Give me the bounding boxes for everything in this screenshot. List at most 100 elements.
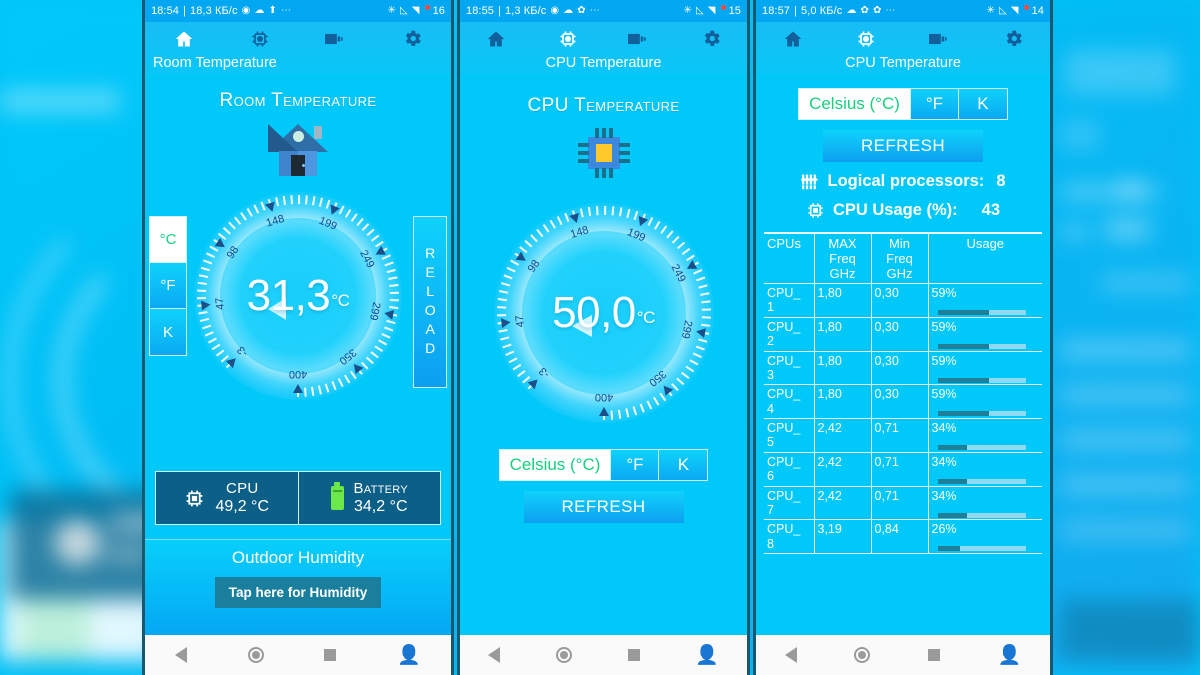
home-icon[interactable] bbox=[247, 647, 264, 663]
usage-bar bbox=[937, 546, 1026, 552]
app-bar-title: Room Temperature bbox=[153, 55, 277, 71]
unit-switch-row[interactable]: Celsius (°C) °F K bbox=[498, 449, 709, 481]
accessibility-icon[interactable]: 👤 bbox=[998, 643, 1022, 667]
refresh-button[interactable]: REFRESH bbox=[823, 130, 983, 162]
bluetooth-icon: ✳ bbox=[387, 5, 396, 16]
table-header-row: CPUs MAX Freq GHz Min Freq GHz Usage bbox=[764, 234, 1042, 284]
col-usage: Usage bbox=[928, 234, 1042, 284]
unit-option-kelvin[interactable]: K bbox=[150, 309, 186, 355]
cell-usage: 59% bbox=[928, 351, 1042, 386]
card-battery[interactable]: Battery 34,2 °C bbox=[297, 472, 440, 524]
cell-usage: 34% bbox=[928, 418, 1042, 453]
tab-cpu[interactable] bbox=[856, 29, 876, 49]
recents-icon[interactable] bbox=[627, 649, 640, 661]
sensor-cards: CPU 49,2 °C Battery 34,2 °C bbox=[155, 471, 441, 525]
usage-bar bbox=[937, 478, 1026, 484]
card-battery-label: Battery bbox=[353, 480, 408, 497]
recents-icon[interactable] bbox=[927, 649, 940, 661]
unit-option-celsius[interactable]: Celsius (°C) bbox=[499, 450, 612, 480]
usage-bar bbox=[937, 310, 1026, 316]
screen-content-2: CPU Temperature -3 47 98 148 199 249 299… bbox=[460, 74, 747, 635]
gauge-value-room: 31,3°C bbox=[184, 271, 412, 321]
unit-switch-vertical[interactable]: °C °F K bbox=[149, 216, 187, 356]
refresh-button[interactable]: REFRESH bbox=[523, 491, 684, 523]
cell-cpu-name: CPU_ 2 bbox=[764, 317, 815, 352]
unit-switch-row[interactable]: Celsius (°C) °F K bbox=[798, 88, 1008, 120]
gauge-value-cpu: 50,0°C bbox=[484, 288, 724, 338]
reload-button[interactable]: RELOAD bbox=[413, 216, 447, 388]
battery-percent: 15 bbox=[728, 5, 741, 17]
alert-dot-icon bbox=[720, 4, 726, 10]
temperature-gauge-cpu: -3 47 98 148 199 249 299 350 400 50,0°C bbox=[484, 193, 724, 433]
clock-icon: ◉ bbox=[550, 5, 560, 16]
card-cpu-label: CPU bbox=[225, 480, 259, 497]
wifi-icon: ◥ bbox=[1010, 5, 1019, 16]
unit-option-fahrenheit[interactable]: °F bbox=[611, 450, 660, 480]
tab-cpu[interactable] bbox=[558, 29, 578, 49]
cpu-table: CPUs MAX Freq GHz Min Freq GHz Usage CPU… bbox=[764, 232, 1042, 554]
unit-option-celsius[interactable]: °C bbox=[150, 217, 186, 263]
stat-logical-processors-label: Logical processors: bbox=[827, 172, 985, 190]
tab-home[interactable] bbox=[485, 29, 507, 49]
more-icon: ⋯ bbox=[280, 5, 292, 16]
stat-cpu-usage-label: CPU Usage (%): bbox=[832, 201, 958, 219]
gauge-number: 31,3 bbox=[246, 271, 331, 320]
cell-min-freq: 0,30 bbox=[871, 384, 929, 419]
signal-icon: ◺ bbox=[695, 5, 704, 16]
phone-screenshot-3: 18:57 | 5,0 КБ/с ☁ ✿ ✿ ⋯ ✳ ◺ ◥ 14 CPU Te… bbox=[753, 0, 1053, 675]
usage-percent: 34% bbox=[931, 421, 957, 435]
stat-logical-processors-value: 8 bbox=[996, 172, 1006, 190]
reload-label: RELOAD bbox=[422, 245, 439, 359]
cell-usage: 34% bbox=[928, 486, 1042, 521]
back-icon[interactable] bbox=[784, 647, 797, 663]
wifi-icon: ◥ bbox=[411, 5, 420, 16]
status-separator: | bbox=[794, 5, 797, 17]
back-icon[interactable] bbox=[175, 647, 188, 663]
tab-settings[interactable] bbox=[701, 28, 722, 49]
cell-max-freq: 1,80 bbox=[814, 384, 872, 419]
tab-home[interactable] bbox=[782, 29, 804, 49]
home-icon[interactable] bbox=[555, 647, 572, 663]
stat-logical-processors: Logical processors: 8 bbox=[756, 172, 1050, 191]
cell-min-freq: 0,30 bbox=[871, 317, 929, 352]
table-row: CPU_ 5 2,42 0,71 34% bbox=[764, 418, 1042, 453]
cell-usage: 59% bbox=[928, 384, 1042, 419]
phone-screenshot-1: 18:54 | 18,3 КБ/с ◉ ☁ ⬆ ⋯ ✳ ◺ ◥ 16 Room … bbox=[142, 0, 454, 675]
unit-option-kelvin[interactable]: K bbox=[958, 89, 1007, 119]
cell-max-freq: 2,42 bbox=[814, 418, 872, 453]
tab-home[interactable] bbox=[173, 29, 195, 49]
app-bar-title: CPU Temperature bbox=[845, 55, 961, 71]
accessibility-icon[interactable]: 👤 bbox=[397, 643, 421, 667]
status-time: 18:57 bbox=[762, 5, 791, 17]
cell-usage: 26% bbox=[928, 519, 1042, 554]
card-cpu[interactable]: CPU 49,2 °C bbox=[156, 472, 298, 524]
humidity-panel: Outdoor Humidity Tap here for Humidity bbox=[145, 539, 451, 635]
unit-option-kelvin[interactable]: K bbox=[659, 450, 708, 480]
tab-settings[interactable] bbox=[1003, 28, 1024, 49]
card-battery-value: 34,2 °C bbox=[353, 498, 408, 515]
app-bar: Room Temperature bbox=[145, 22, 451, 74]
unit-option-fahrenheit[interactable]: °F bbox=[910, 89, 959, 119]
tab-battery[interactable] bbox=[928, 31, 951, 47]
house-icon bbox=[267, 124, 329, 176]
col-min-freq: Min Freq GHz bbox=[871, 234, 929, 284]
recents-icon[interactable] bbox=[324, 649, 337, 661]
unit-option-fahrenheit[interactable]: °F bbox=[150, 263, 186, 309]
accessibility-icon[interactable]: 👤 bbox=[695, 643, 719, 667]
processors-icon bbox=[800, 173, 820, 190]
usage-bar bbox=[937, 377, 1026, 383]
tab-battery[interactable] bbox=[325, 31, 347, 47]
cell-cpu-name: CPU_ 4 bbox=[764, 384, 815, 419]
cell-usage: 34% bbox=[928, 452, 1042, 487]
tab-battery[interactable] bbox=[628, 31, 650, 47]
tab-cpu[interactable] bbox=[250, 29, 270, 49]
back-icon[interactable] bbox=[487, 647, 500, 663]
col-cpus: CPUs bbox=[764, 234, 815, 284]
unit-option-celsius[interactable]: Celsius (°C) bbox=[799, 89, 911, 119]
tab-settings[interactable] bbox=[402, 28, 423, 49]
home-icon[interactable] bbox=[854, 647, 871, 663]
humidity-button[interactable]: Tap here for Humidity bbox=[214, 577, 382, 608]
bluetooth-icon: ✳ bbox=[683, 5, 692, 16]
sync-icon: ✿ bbox=[860, 5, 869, 16]
cell-min-freq: 0,30 bbox=[871, 283, 929, 318]
